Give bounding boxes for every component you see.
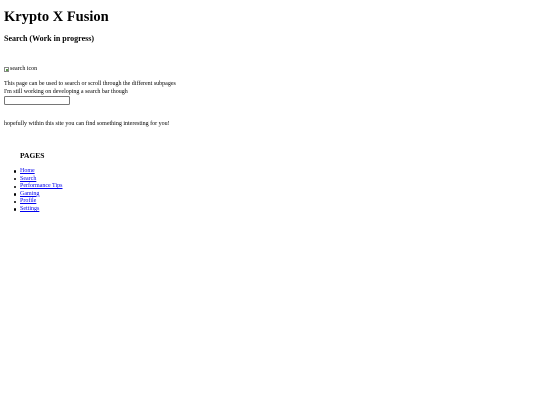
pages-list-item-performance-tips: Performance Tips bbox=[14, 183, 63, 191]
broken-image-icon bbox=[4, 67, 9, 72]
nav-link-search[interactable]: Search bbox=[20, 176, 36, 182]
nav-link-profile[interactable]: Profile bbox=[20, 198, 36, 204]
nav-link-home[interactable]: Home bbox=[20, 168, 35, 174]
nav-link-settings[interactable]: Settings bbox=[20, 206, 39, 212]
nav-link-gaming[interactable]: Gaming bbox=[20, 191, 39, 197]
pages-list: Home Search Performance Tips Gaming Prof… bbox=[14, 168, 63, 214]
page-heading: Search (Work in progress) bbox=[4, 34, 95, 43]
tagline: hopefully within this site you can find … bbox=[4, 121, 170, 127]
site-title: Krypto X Fusion bbox=[4, 9, 109, 25]
search-image: search icon bbox=[4, 66, 37, 73]
search-input[interactable] bbox=[4, 96, 70, 105]
pages-heading: PAGES bbox=[20, 151, 45, 160]
page: Krypto X Fusion Search (Work in progress… bbox=[0, 0, 540, 405]
intro-line-1: This page can be used to search or scrol… bbox=[4, 81, 176, 87]
pages-list-item-profile: Profile bbox=[14, 198, 63, 206]
search-image-alt-text: search icon bbox=[10, 66, 38, 72]
intro-text: This page can be used to search or scrol… bbox=[4, 81, 176, 96]
intro-line-2: I'm still working on developing a search… bbox=[4, 88, 128, 95]
pages-list-item-home: Home bbox=[14, 168, 63, 176]
nav-link-performance-tips[interactable]: Performance Tips bbox=[20, 183, 63, 189]
pages-list-item-settings: Settings bbox=[14, 206, 63, 214]
